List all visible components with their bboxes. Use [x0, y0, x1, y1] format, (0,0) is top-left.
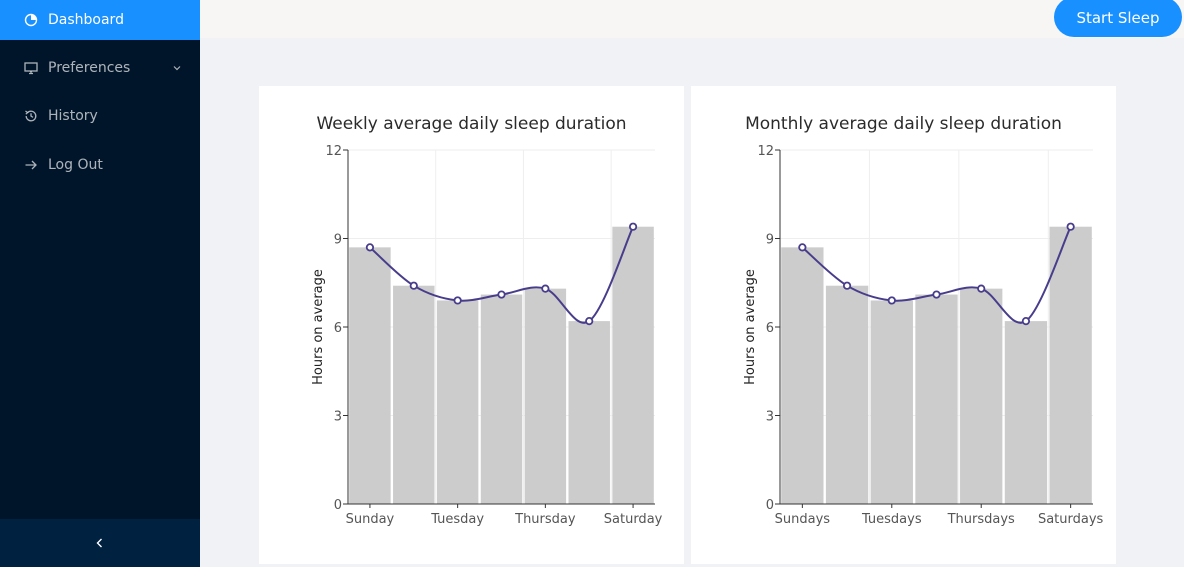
monthly-chart-card: Monthly average daily sleep duration 036… [691, 86, 1116, 564]
trend-point [932, 290, 941, 299]
x-tick-label: Tuesday [430, 512, 484, 527]
bar [524, 288, 567, 504]
bar [393, 285, 435, 504]
sidebar-item-label: Log Out [48, 157, 103, 173]
sidebar-item-label: Dashboard [48, 12, 124, 28]
x-tick-label: Thursdays [947, 512, 1015, 527]
sidebar-item-dashboard[interactable]: Dashboard [0, 0, 200, 40]
x-tick-label: Sunday [346, 512, 395, 527]
sidebar: Dashboard Preferences History Log Out [0, 0, 200, 567]
x-tick-label: Saturdays [1038, 512, 1104, 527]
chevron-down-icon [172, 61, 182, 77]
sidebar-collapse-button[interactable] [0, 519, 200, 567]
bar [781, 247, 824, 504]
y-tick-label: 0 [334, 498, 342, 513]
bar [612, 226, 654, 504]
bar [1004, 321, 1048, 504]
y-tick-label: 9 [334, 233, 342, 248]
trend-point [409, 281, 418, 290]
trend-point [453, 296, 462, 305]
monthly-sleep-chart: 0 3 6 9 12 Sundays Tuesdays Thursdays Saturdays H… [743, 144, 1104, 527]
trend-point [1066, 222, 1075, 231]
trend-point [628, 222, 638, 231]
y-axis-label: Hours on average [743, 269, 758, 385]
trend-point [842, 281, 852, 290]
x-tick-label: Tuesdays [861, 512, 922, 527]
history-icon [24, 109, 38, 123]
y-tick-label: 6 [334, 321, 342, 336]
y-axis-label: Hours on average [311, 269, 326, 385]
trend-point [365, 243, 375, 252]
trend-point [497, 290, 506, 299]
bar [480, 294, 523, 504]
sidebar-item-log-out[interactable]: Log Out [0, 145, 200, 185]
weekly-chart-card: Weekly average daily sleep duration 0369… [259, 86, 684, 564]
bar [568, 321, 610, 504]
sidebar-item-history[interactable]: History [0, 96, 200, 136]
x-tick-label: Sundays [775, 512, 831, 527]
bar [870, 300, 913, 504]
y-tick-label: 9 [766, 233, 774, 248]
x-tick-label: Thursday [514, 512, 576, 527]
bar [349, 247, 391, 504]
y-tick-label: 6 [766, 321, 774, 336]
y-tick-label: 3 [766, 410, 774, 425]
weekly-sleep-chart: 0 3 6 9 12 Sunday Tuesday Thursday Saturday Hours… [311, 144, 663, 527]
trend-point [541, 284, 550, 293]
sidebar-item-label: Preferences [48, 60, 131, 76]
header: Start Sleep [200, 0, 1184, 38]
y-tick-label: 0 [766, 498, 774, 513]
arrow-right-icon [24, 158, 38, 172]
pie-chart-icon [24, 13, 38, 27]
trend-point [977, 284, 986, 293]
bar [915, 294, 958, 504]
desktop-icon [24, 61, 38, 75]
sidebar-item-label: History [48, 108, 98, 124]
bar [960, 288, 1003, 504]
x-tick-label: Saturday [604, 512, 663, 527]
trend-point [798, 243, 807, 252]
chevron-left-icon [94, 534, 106, 553]
bar [825, 285, 869, 504]
sidebar-item-preferences[interactable]: Preferences [0, 48, 200, 88]
bar [436, 300, 479, 504]
trend-point [887, 296, 896, 305]
y-tick-label: 12 [757, 144, 774, 159]
start-sleep-button[interactable]: Start Sleep [1054, 0, 1182, 37]
trend-point [585, 317, 594, 326]
y-tick-label: 3 [334, 410, 342, 425]
bar [1049, 226, 1092, 504]
trend-point [1021, 317, 1031, 326]
y-tick-label: 12 [325, 144, 342, 159]
